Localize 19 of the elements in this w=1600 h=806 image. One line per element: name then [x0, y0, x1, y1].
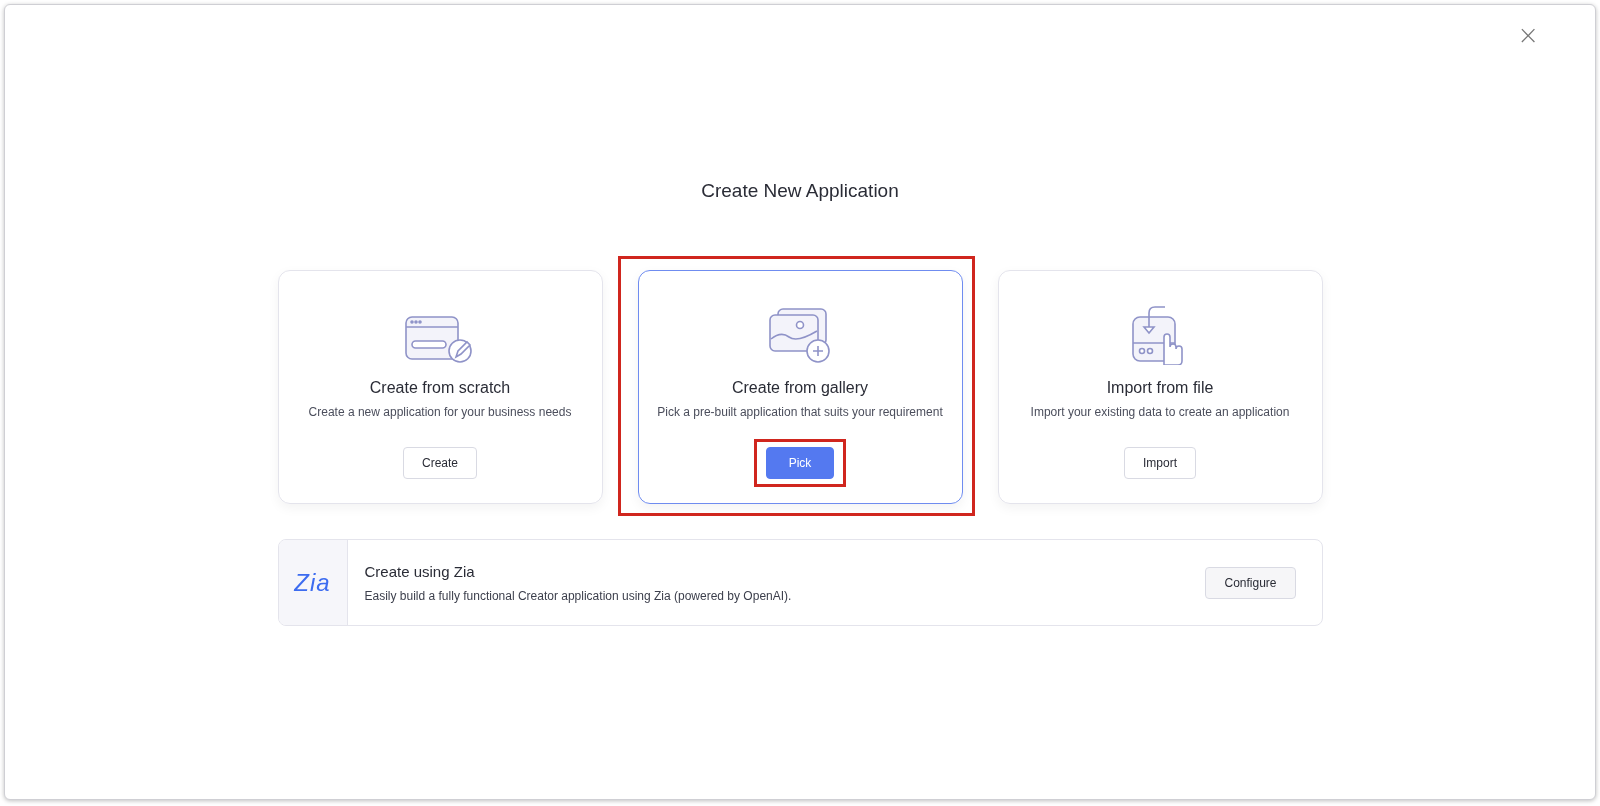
card-button[interactable]: Import [1124, 447, 1196, 479]
zia-logo: Zia [294, 568, 331, 597]
zia-description: Easily build a fully functional Creator application using Zia (powered by OpenAI). [364, 588, 793, 603]
card-title: Create from scratch [369, 379, 511, 397]
card-description: Pick a pre-built application that suits your requirement [657, 405, 943, 419]
option-card[interactable]: Create from gallery Pick a pre-built application that suits your requirement Pick [637, 270, 963, 504]
card-description: Create a new application for your business needs [308, 405, 572, 419]
card-button[interactable]: Create [403, 447, 477, 479]
card-description: Import your existing data to create an application [1030, 405, 1290, 419]
option-card[interactable]: Import from file Import your existing data to create an application Import [997, 270, 1323, 504]
dialog-title: Create New Application [701, 180, 899, 202]
card-title: Import from file [1106, 379, 1214, 397]
card-title: Create from gallery [731, 379, 868, 397]
zia-title: Create using Zia [364, 562, 476, 580]
close-button[interactable]: × [1511, 19, 1545, 51]
configure-button[interactable]: Configure [1205, 566, 1296, 599]
option-card[interactable]: Create from scratch Create a new application for your business needs Create [277, 270, 603, 504]
image-plus-icon [768, 307, 832, 365]
card-button[interactable]: Pick [765, 447, 835, 479]
